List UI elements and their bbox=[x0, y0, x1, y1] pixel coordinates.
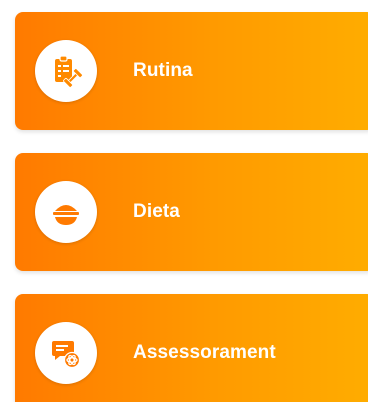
clipboard-dumbbell-icon bbox=[35, 40, 97, 102]
chat-ai-icon bbox=[35, 322, 97, 384]
menu-card-label: Rutina bbox=[133, 60, 193, 81]
main-menu: Rutina Dieta Assessorament bbox=[0, 0, 368, 402]
menu-card-label: Dieta bbox=[133, 201, 180, 222]
food-bowl-icon bbox=[35, 181, 97, 243]
menu-card-dieta[interactable]: Dieta bbox=[15, 153, 368, 271]
menu-card-rutina[interactable]: Rutina bbox=[15, 12, 368, 130]
menu-card-label: Assessorament bbox=[133, 342, 276, 363]
menu-card-assessorament[interactable]: Assessorament bbox=[15, 294, 368, 402]
